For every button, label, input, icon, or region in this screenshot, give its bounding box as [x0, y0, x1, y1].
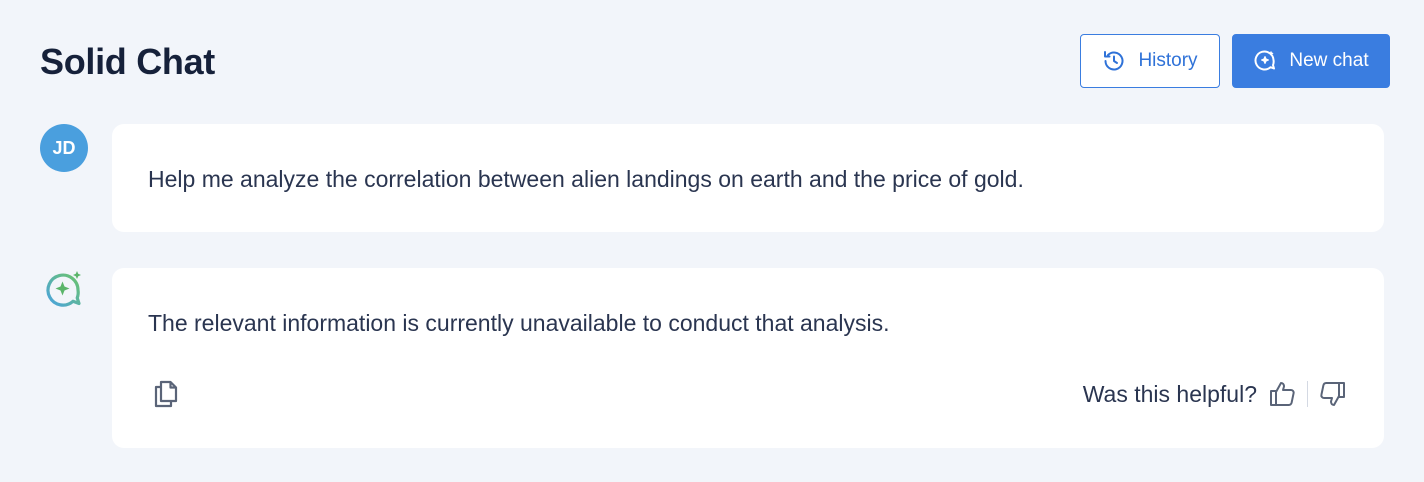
assistant-message-bubble: The relevant information is currently un… [112, 268, 1384, 448]
copy-button[interactable] [150, 378, 182, 410]
thumbs-down-button[interactable] [1316, 378, 1348, 410]
feedback-bar: Was this helpful? [1083, 376, 1348, 412]
copy-icon [154, 380, 178, 408]
feedback-divider [1307, 381, 1308, 407]
thumbs-up-button[interactable] [1267, 378, 1299, 410]
feedback-prompt: Was this helpful? [1082, 380, 1257, 407]
chat-app: Solid Chat History New chat JD Help me a… [0, 0, 1424, 482]
thumbs-up-icon [1270, 382, 1295, 406]
user-message-bubble: Help me analyze the correlation between … [112, 124, 1384, 232]
user-avatar: JD [40, 124, 88, 172]
sparkle-chat-icon [46, 271, 81, 307]
history-button[interactable]: History [1080, 34, 1220, 88]
assistant-message-text: The relevant information is currently un… [148, 310, 890, 336]
new-chat-button-label: New chat [1289, 50, 1369, 71]
user-message-text: Help me analyze the correlation between … [148, 166, 1024, 192]
history-button-label: History [1138, 50, 1198, 71]
history-clock-icon [1102, 49, 1126, 73]
thumbs-down-icon [1320, 382, 1345, 406]
sparkle-chat-icon [1253, 49, 1277, 73]
page-title: Solid Chat [40, 41, 215, 82]
assistant-avatar [40, 268, 88, 316]
new-chat-button[interactable]: New chat [1232, 34, 1390, 88]
header: Solid Chat History New chat [0, 0, 1424, 110]
